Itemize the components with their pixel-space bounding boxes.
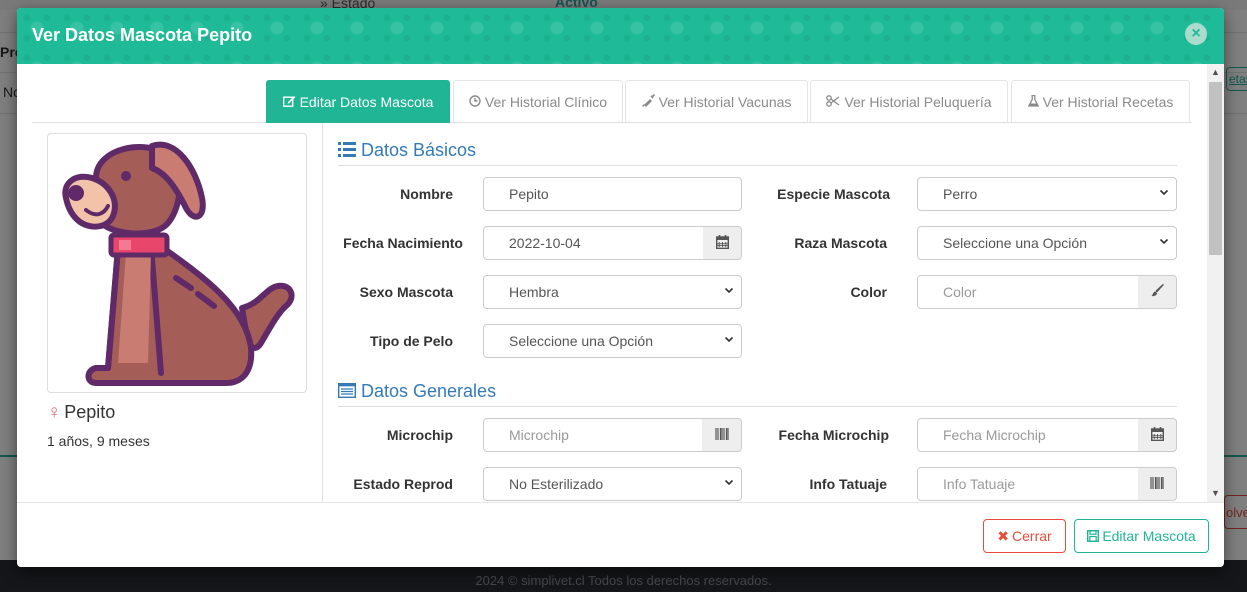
female-icon: ♀ <box>47 402 62 423</box>
chevron-down-icon <box>724 479 734 486</box>
scroll-up-arrow-icon[interactable]: ▲ <box>1207 64 1224 81</box>
estado-reprod-select[interactable]: No Esterilizado <box>483 467 742 501</box>
modal-footer: ✖ Cerrar Editar Mascota <box>17 502 1224 567</box>
fecha-microchip-input[interactable]: Fecha Microchip <box>917 418 1139 452</box>
info-tatuaje-input[interactable]: Info Tatuaje <box>917 467 1139 501</box>
section-datos-basicos: Datos Básicos <box>338 140 1177 166</box>
tab-label: Editar Datos Mascota <box>299 94 434 110</box>
tab-historial-recetas[interactable]: Ver Historial Recetas <box>1011 80 1190 122</box>
tab-label: Ver Historial Vacunas <box>658 94 792 110</box>
especie-value: Perro <box>943 186 978 202</box>
especie-select[interactable]: Perro <box>917 177 1177 211</box>
edit-icon <box>282 95 296 110</box>
dog-illustration-icon <box>62 141 295 386</box>
tab-label: Ver Historial Peluquería <box>844 94 992 110</box>
calendar-icon[interactable] <box>703 226 742 260</box>
especie-label: Especie Mascota <box>777 186 890 202</box>
scrollbar-thumb[interactable] <box>1209 82 1222 255</box>
chevron-down-icon <box>1159 238 1169 245</box>
tab-historial-peluqueria[interactable]: Ver Historial Peluquería <box>810 80 1008 122</box>
pet-photo <box>47 133 307 393</box>
raza-label: Raza Mascota <box>794 235 887 251</box>
syringe-icon <box>641 93 655 110</box>
pet-summary-panel: ♀ Pepito 1 años, 9 meses <box>32 123 323 502</box>
color-input[interactable]: Color <box>917 275 1139 309</box>
fecha-nacimiento-label: Fecha Nacimiento <box>343 235 463 251</box>
modal-header: Ver Datos Mascota Pepito × <box>17 8 1224 64</box>
color-label: Color <box>850 284 887 300</box>
close-x-icon: ✖ <box>997 528 1010 544</box>
cerrar-label: Cerrar <box>1012 528 1052 544</box>
sexo-select[interactable]: Hembra <box>483 275 742 309</box>
tipo-pelo-select[interactable]: Seleccione una Opción <box>483 324 742 358</box>
save-icon <box>1087 529 1100 545</box>
pet-name: Pepito <box>64 402 116 422</box>
tab-historial-vacunas[interactable]: Ver Historial Vacunas <box>625 80 808 122</box>
paintbrush-icon[interactable] <box>1138 275 1177 309</box>
sexo-value: Hembra <box>509 284 559 300</box>
modal-title: Ver Datos Mascota Pepito <box>32 25 253 45</box>
estado-reprod-label: Estado Reprod <box>353 476 453 492</box>
tipo-pelo-value: Seleccione una Opción <box>509 333 653 349</box>
estado-reprod-value: No Esterilizado <box>509 476 604 492</box>
pet-modal: Ver Datos Mascota Pepito × Editar Datos … <box>17 8 1224 567</box>
raza-value: Seleccione una Opción <box>943 235 1087 251</box>
info-tatuaje-label: Info Tatuaje <box>809 476 887 492</box>
barcode-icon[interactable] <box>702 418 742 452</box>
section-title: Datos Básicos <box>361 140 477 160</box>
chevron-down-icon <box>724 287 734 294</box>
tab-editar-datos[interactable]: Editar Datos Mascota <box>266 80 450 123</box>
list-icon <box>338 141 356 162</box>
close-icon[interactable]: × <box>1185 23 1207 45</box>
pet-age: 1 años, 9 meses <box>47 433 150 449</box>
id-card-icon <box>337 382 357 403</box>
calendar-icon[interactable] <box>1138 418 1177 452</box>
tab-label: Ver Historial Recetas <box>1042 94 1174 110</box>
pet-name-row: ♀ Pepito <box>47 402 115 424</box>
clock-icon <box>469 95 481 110</box>
editar-mascota-label: Editar Mascota <box>1102 528 1196 544</box>
raza-select[interactable]: Seleccione una Opción <box>917 226 1177 260</box>
chevron-down-icon <box>1159 189 1169 196</box>
tab-bar: Editar Datos Mascota Ver Historial Clíni… <box>32 80 1192 123</box>
tab-historial-clinico[interactable]: Ver Historial Clínico <box>453 80 623 122</box>
tipo-pelo-label: Tipo de Pelo <box>370 333 453 349</box>
barcode-icon[interactable] <box>1138 467 1177 501</box>
microchip-input[interactable]: Microchip <box>483 418 703 452</box>
nombre-label: Nombre <box>400 186 453 202</box>
microchip-label: Microchip <box>386 427 453 443</box>
chevron-down-icon <box>724 336 734 343</box>
sexo-label: Sexo Mascota <box>359 284 453 300</box>
section-datos-generales: Datos Generales <box>337 381 1177 407</box>
flask-icon <box>1027 94 1039 110</box>
cerrar-button[interactable]: ✖ Cerrar <box>983 519 1066 553</box>
fecha-nacimiento-input[interactable]: 2022-10-04 <box>483 226 704 260</box>
scissors-icon <box>826 95 840 110</box>
tab-label: Ver Historial Clínico <box>484 94 608 110</box>
fecha-microchip-label: Fecha Microchip <box>778 427 889 443</box>
scroll-down-arrow-icon[interactable]: ▼ <box>1207 485 1224 502</box>
nombre-input[interactable]: Pepito <box>483 177 742 211</box>
modal-body: Editar Datos Mascota Ver Historial Clíni… <box>17 64 1224 502</box>
section-title: Datos Generales <box>361 381 497 401</box>
editar-mascota-button[interactable]: Editar Mascota <box>1074 519 1209 553</box>
